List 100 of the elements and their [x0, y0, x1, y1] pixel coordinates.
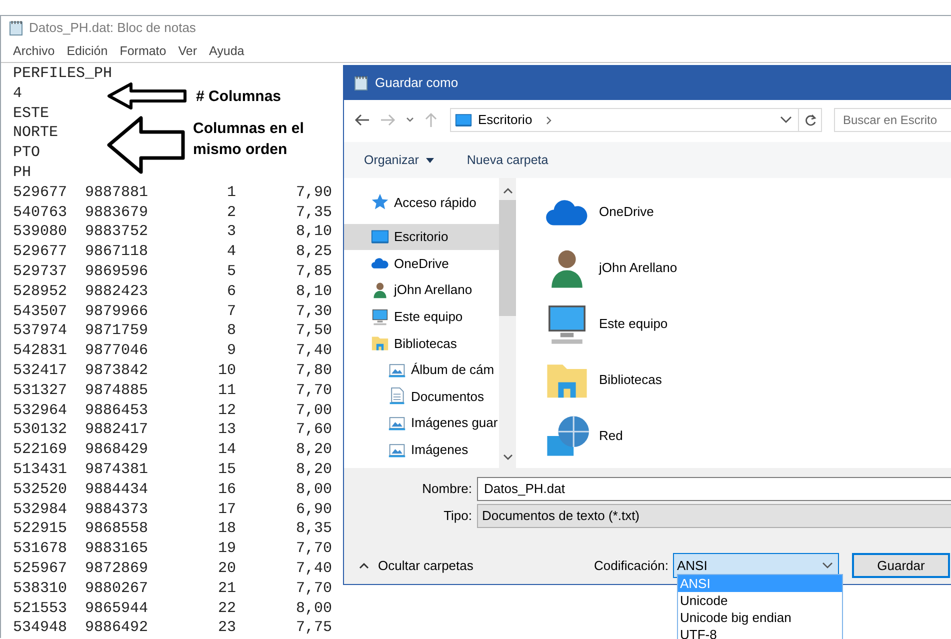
data-value: 9883679 [85, 204, 148, 221]
nav-pane-item[interactable]: Imágenes guar [344, 410, 499, 436]
data-value: 15 [218, 460, 236, 478]
data-value: 7,40 [296, 560, 332, 577]
nav-pane-item[interactable]: Acceso rápido [344, 189, 499, 216]
data-value: 7,70 [296, 382, 332, 399]
data-value: 7,30 [296, 302, 332, 320]
data-value: 9873842 [85, 362, 148, 379]
data-value: 7,75 [296, 619, 332, 636]
nav-pane-item[interactable]: Escritorio [344, 224, 499, 250]
data-value: 8,10 [296, 282, 332, 300]
nav-pane-item[interactable]: Documentos [344, 383, 499, 410]
library-folder-icon [371, 334, 389, 352]
folder-item[interactable]: Red [545, 414, 951, 458]
toolbar-button[interactable]: Organizar [364, 150, 434, 170]
nav-pane-item[interactable]: Imágenes [344, 436, 499, 463]
nav-pane-item[interactable]: Bibliotecas [344, 330, 499, 357]
data-value: 9886492 [85, 619, 148, 636]
data-value: 9874885 [85, 382, 148, 399]
chevron-down-icon[interactable] [406, 117, 414, 123]
annotation-text: Columnas en el mismo orden [193, 119, 305, 160]
address-segment[interactable]: Escritorio [478, 110, 532, 130]
folder-item[interactable]: jOhn Arellano [545, 246, 951, 290]
nav-pane-item[interactable]: OneDrive [344, 250, 499, 277]
data-value: 8,20 [296, 460, 332, 478]
data-value: 8,35 [296, 520, 332, 538]
data-value: 13 [218, 421, 236, 438]
nav-pane-item[interactable]: Álbum de cám [344, 356, 499, 384]
field-label: Nombre: [421, 480, 473, 498]
data-value: 531327 [13, 382, 68, 399]
hide-folders-button[interactable]: Ocultar carpetas [344, 556, 594, 576]
file-type-dropdown[interactable]: Documentos de texto (*.txt) [477, 504, 951, 528]
data-value: 5 [226, 262, 236, 280]
data-value: 9879966 [85, 302, 148, 320]
data-value: 8,00 [296, 480, 332, 498]
data-value: 522915 [13, 520, 68, 538]
folder-item[interactable]: OneDrive [545, 190, 951, 234]
address-bar[interactable]: Escritorio [450, 108, 822, 132]
notepad-icon [354, 75, 368, 91]
filename-field[interactable]: Datos_PH.dat [477, 477, 951, 501]
scrollbar-thumb[interactable] [499, 200, 516, 316]
menu-item[interactable]: Archivo [13, 42, 55, 60]
data-value: 23 [218, 619, 236, 636]
data-value: 3 [226, 223, 236, 240]
save-button[interactable]: Guardar [852, 553, 950, 578]
menu-item[interactable]: Ayuda [209, 42, 244, 60]
chevron-right-icon [546, 116, 552, 124]
chevron-down-icon[interactable] [502, 454, 512, 460]
data-value: 8,25 [296, 243, 332, 260]
data-value: 19 [218, 540, 236, 558]
data-value: 532964 [13, 402, 68, 419]
folder-item[interactable]: Bibliotecas [545, 358, 951, 402]
data-value: 9877046 [85, 342, 148, 360]
star-icon [371, 193, 389, 212]
search-field[interactable]: Buscar en Escrito [834, 108, 951, 132]
desktop-icon [371, 228, 389, 246]
data-value: 521553 [13, 600, 68, 617]
data-value: 7,80 [296, 362, 332, 379]
text-line: PTO [13, 144, 40, 162]
nav-pane-item[interactable]: Este equipo [344, 303, 499, 330]
data-value: 9874381 [85, 460, 148, 478]
data-value: 543507 [13, 302, 68, 320]
folder-item[interactable]: Este equipo [545, 302, 951, 346]
nav-pane-item[interactable]: jOhn Arellano [344, 276, 499, 304]
data-value: 9872869 [85, 560, 148, 577]
text-line: ESTE [13, 104, 50, 122]
data-value: 532984 [13, 500, 68, 518]
data-value: 22 [218, 600, 236, 617]
data-value: 2 [226, 204, 236, 221]
scrollbar[interactable] [499, 178, 516, 468]
chevron-up-icon[interactable] [502, 188, 512, 194]
data-value: 7 [226, 302, 236, 320]
data-value: 8,10 [296, 223, 332, 240]
computer-icon [371, 308, 389, 326]
data-value: 531678 [13, 540, 68, 558]
data-value: 7,90 [296, 184, 332, 201]
data-value: 534948 [13, 619, 68, 636]
dialog-title: Guardar como [375, 74, 458, 92]
chevron-down-icon [822, 562, 833, 569]
data-value: 9884373 [85, 500, 148, 518]
chevron-down-icon[interactable] [780, 116, 792, 124]
data-value: 8,00 [296, 600, 332, 617]
data-value: 9 [226, 342, 236, 360]
data-value: 529737 [13, 262, 68, 280]
menu-item[interactable]: Edición [66, 42, 108, 60]
toolbar-button[interactable]: Nueva carpeta [466, 150, 548, 170]
desktop-icon [455, 112, 472, 128]
menu-item[interactable]: Formato [120, 42, 166, 60]
data-value: 530132 [13, 421, 68, 438]
data-value: 9868558 [85, 520, 148, 538]
data-value: 16 [218, 480, 236, 498]
user-icon [371, 281, 389, 300]
data-value: 8,20 [296, 441, 332, 458]
annotation-text: # Columnas [196, 86, 282, 106]
back-arrow-icon[interactable] [354, 113, 370, 127]
refresh-icon[interactable] [804, 114, 816, 126]
data-value: 538310 [13, 580, 68, 597]
data-value: 1 [226, 184, 236, 201]
menu-item[interactable]: Ver [178, 42, 197, 60]
data-value: 529677 [13, 184, 68, 201]
